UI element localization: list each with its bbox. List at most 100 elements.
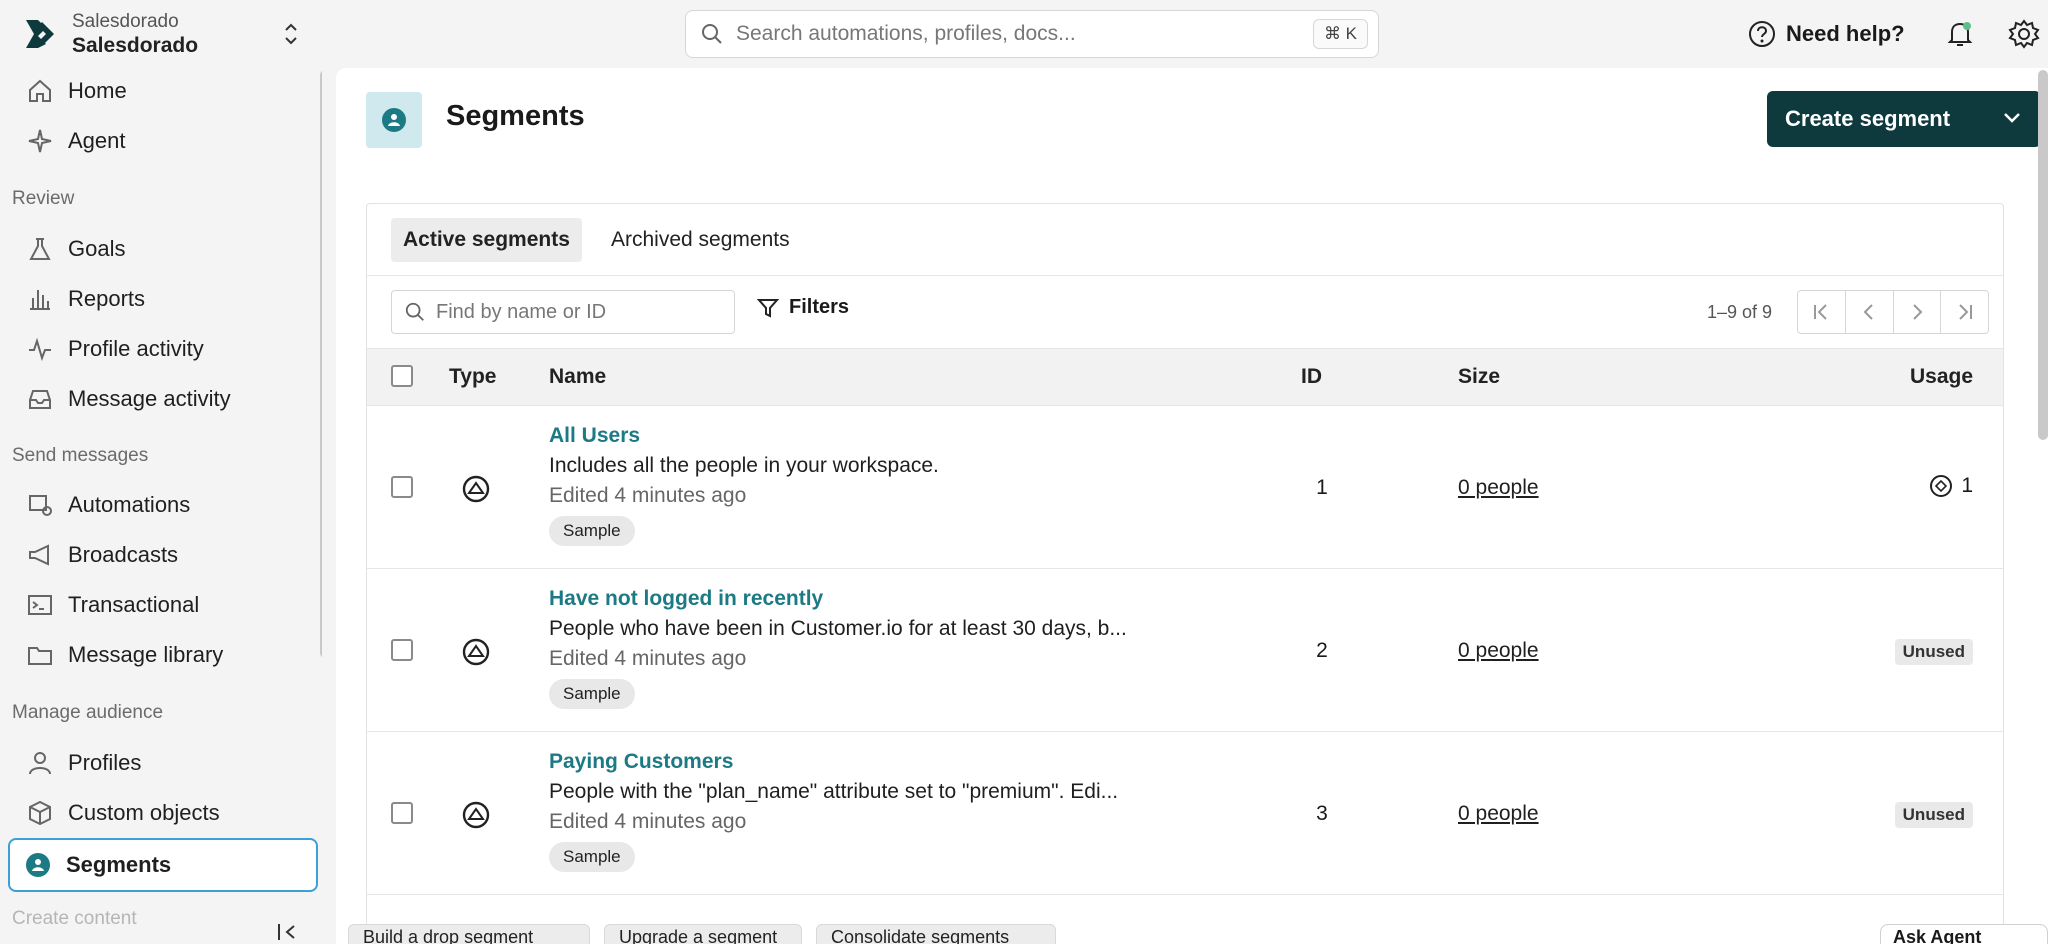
search-icon — [702, 24, 722, 44]
sidebar-item-message-library[interactable]: Message library — [12, 632, 314, 678]
bar-chart-icon — [26, 285, 54, 313]
inbox-icon — [26, 385, 54, 413]
search-icon — [405, 302, 424, 321]
select-all-checkbox[interactable] — [391, 365, 413, 387]
pagination — [1797, 290, 1989, 334]
need-help-label: Need help? — [1786, 21, 1905, 46]
gear-icon[interactable] — [2008, 18, 2040, 50]
section-label-send-messages: Send messages — [12, 445, 149, 466]
dynamic-segment-icon — [462, 475, 490, 503]
folder-icon — [26, 641, 54, 669]
sparkle-icon — [26, 127, 54, 155]
section-label-create-content: Create content — [12, 908, 137, 929]
sidebar: Salesdorado Salesdorado Home Agent Revie… — [0, 0, 322, 944]
sidebar-item-goals[interactable]: Goals — [12, 226, 314, 272]
global-search[interactable]: ⌘ K — [685, 10, 1379, 58]
find-input[interactable] — [436, 300, 726, 324]
segment-name-link[interactable]: All Users — [549, 424, 640, 448]
last-page-icon — [1958, 304, 1972, 320]
segment-edited: Edited 4 minutes ago — [549, 810, 747, 833]
sidebar-item-agent[interactable]: Agent — [12, 118, 314, 164]
sidebar-item-profile-activity[interactable]: Profile activity — [12, 326, 314, 372]
sidebar-item-segments[interactable]: Segments — [8, 838, 318, 892]
sidebar-item-automations[interactable]: Automations — [12, 482, 314, 528]
segment-size-link[interactable]: 0 people — [1458, 476, 1539, 500]
filter-icon — [757, 298, 779, 318]
create-segment-label: Create segment — [1785, 106, 1951, 131]
chevron-updown-icon[interactable] — [282, 20, 300, 48]
main-scrollbar[interactable] — [2038, 70, 2048, 440]
column-type[interactable]: Type — [449, 365, 496, 389]
help-icon — [1749, 21, 1775, 47]
sidebar-item-message-activity[interactable]: Message activity — [12, 376, 314, 422]
unused-badge: Unused — [1894, 802, 1973, 828]
segment-edited: Edited 4 minutes ago — [549, 484, 747, 507]
global-search-input[interactable] — [736, 22, 1316, 46]
segment-usage[interactable]: 1 — [1929, 474, 1973, 498]
segment-size-link[interactable]: 0 people — [1458, 639, 1539, 663]
segment-description: People with the "plan_name" attribute se… — [549, 780, 1119, 803]
column-id[interactable]: ID — [1301, 365, 1322, 389]
cube-icon — [26, 799, 54, 827]
segment-icon — [24, 851, 52, 879]
pagination-text: 1–9 of 9 — [1707, 302, 1773, 322]
suggestion-chip[interactable]: Consolidate segments — [816, 924, 1056, 944]
tab-archived-segments[interactable]: Archived segments — [599, 218, 802, 262]
sidebar-item-reports[interactable]: Reports — [12, 276, 314, 322]
segment-icon — [366, 92, 422, 148]
column-name[interactable]: Name — [549, 365, 606, 389]
flask-icon — [26, 235, 54, 263]
bell-icon[interactable] — [1944, 18, 1976, 50]
column-usage[interactable]: Usage — [1910, 365, 1973, 389]
sidebar-item-label: Profiles — [68, 750, 142, 775]
segment-name-link[interactable]: Paying Customers — [549, 750, 733, 774]
sidebar-item-custom-objects[interactable]: Custom objects — [12, 790, 314, 836]
row-checkbox[interactable] — [391, 802, 413, 824]
table-row[interactable]: Have not logged in recently People who h… — [367, 569, 2003, 732]
tab-active-segments[interactable]: Active segments — [391, 218, 582, 262]
sidebar-item-transactional[interactable]: Transactional — [12, 582, 314, 628]
chevron-down-icon — [2004, 113, 2020, 123]
sidebar-item-label: Transactional — [68, 592, 200, 617]
tab-bar: Active segments Archived segments — [367, 204, 2003, 276]
sidebar-item-label: Profile activity — [68, 336, 204, 361]
suggestion-chip[interactable]: Upgrade a segment — [604, 924, 802, 944]
last-page-button[interactable] — [1941, 291, 1988, 333]
segment-id: 2 — [1316, 639, 1328, 662]
workspace-switcher[interactable]: Salesdorado Salesdorado — [0, 0, 322, 66]
collapse-sidebar-icon[interactable] — [276, 922, 300, 942]
segment-name-link[interactable]: Have not logged in recently — [549, 587, 823, 611]
logo-icon — [26, 20, 54, 48]
need-help-button[interactable]: Need help? — [1748, 18, 1905, 50]
sidebar-item-label: Broadcasts — [68, 542, 179, 567]
sidebar-item-label: Automations — [68, 492, 191, 517]
sidebar-item-label: Message activity — [68, 386, 231, 411]
sidebar-item-label: Custom objects — [68, 800, 220, 825]
create-segment-button[interactable]: Create segment — [1767, 91, 2041, 147]
sidebar-item-home[interactable]: Home — [12, 68, 314, 114]
suggestion-chip[interactable]: Build a drop segment — [348, 924, 590, 944]
segment-id: 1 — [1316, 476, 1328, 499]
row-checkbox[interactable] — [391, 476, 413, 498]
sidebar-scrollbar[interactable] — [320, 70, 322, 658]
first-page-button[interactable] — [1798, 291, 1846, 333]
row-checkbox[interactable] — [391, 639, 413, 661]
sidebar-item-broadcasts[interactable]: Broadcasts — [12, 532, 314, 578]
sidebar-item-label: Segments — [66, 852, 172, 877]
prev-page-button[interactable] — [1846, 291, 1894, 333]
section-label-review: Review — [12, 188, 75, 209]
filters-button[interactable]: Filters — [757, 296, 849, 319]
sidebar-item-profiles[interactable]: Profiles — [12, 740, 314, 786]
dynamic-segment-icon — [462, 638, 490, 666]
table-row[interactable]: Paying Customers People with the "plan_n… — [367, 732, 2003, 895]
table-row[interactable]: All Users Includes all the people in you… — [367, 406, 2003, 569]
automation-usage-icon — [1930, 475, 1953, 497]
column-size[interactable]: Size — [1458, 365, 1500, 389]
first-page-icon — [1814, 304, 1828, 320]
find-field[interactable] — [391, 290, 735, 334]
megaphone-icon — [26, 541, 54, 569]
segment-size-link[interactable]: 0 people — [1458, 802, 1539, 826]
ask-agent-button[interactable]: Ask Agent — [1880, 924, 2048, 944]
next-page-button[interactable] — [1894, 291, 1942, 333]
segment-id: 3 — [1316, 802, 1328, 825]
